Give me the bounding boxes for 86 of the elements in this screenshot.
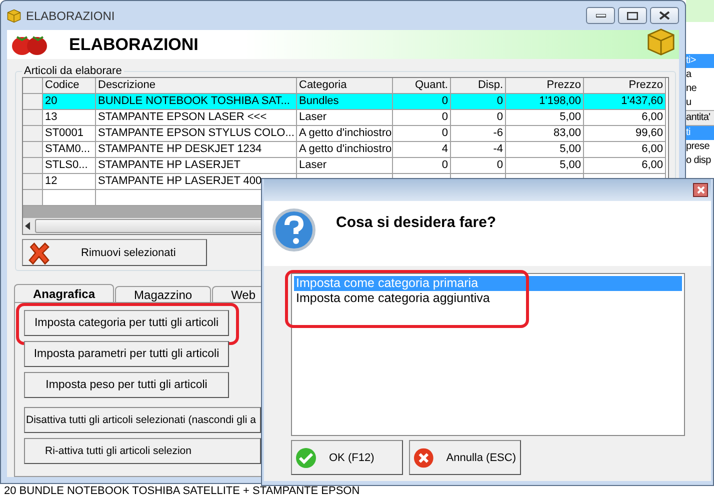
row-header[interactable]: [23, 126, 43, 142]
table-cell: 6,00: [584, 142, 666, 158]
table-cell: 1'198,00: [506, 94, 584, 110]
row-header[interactable]: [23, 94, 43, 110]
cube-icon: [647, 28, 675, 56]
table-cell: STLS0...: [43, 158, 96, 174]
table-cell: STAMPANTE HP LASERJET: [96, 158, 297, 174]
table-cell: BUNDLE NOTEBOOK TOSHIBA SAT...: [96, 94, 297, 110]
table-cell: 0: [451, 110, 506, 126]
table-cell: 13: [43, 110, 96, 126]
column-header[interactable]: Quant.: [393, 78, 451, 94]
action-button[interactable]: Imposta categoria per tutti gli articoli: [24, 310, 229, 336]
table-cell: 0: [393, 110, 451, 126]
table-cell: STAMPANTE EPSON STYLUS COLO...: [96, 126, 297, 142]
minimize-button[interactable]: [586, 7, 615, 24]
table-cell: Bundles: [297, 94, 393, 110]
table-cell: A getto d'inchiostro: [297, 142, 393, 158]
table-cell: 5,00: [506, 158, 584, 174]
table-cell: 99,60: [584, 126, 666, 142]
table-cell: 5,00: [506, 142, 584, 158]
list-item[interactable]: o disp: [686, 154, 714, 168]
row-header[interactable]: [23, 78, 43, 94]
dialog-question: Cosa si desidera fare?: [336, 214, 496, 233]
check-icon: [295, 446, 317, 468]
table-cell: ST0001: [43, 126, 96, 142]
table-cell: -4: [451, 142, 506, 158]
table-cell: 12: [43, 174, 96, 190]
table-cell: 6,00: [584, 110, 666, 126]
list-option[interactable]: Imposta come categoria aggiuntiva: [294, 291, 682, 306]
table-cell: Laser: [297, 158, 393, 174]
close-icon: [659, 11, 670, 20]
minimize-icon: [596, 14, 606, 18]
column-header: antita': [686, 110, 714, 126]
column-header[interactable]: Disp.: [451, 78, 506, 94]
ok-button[interactable]: OK (F12): [291, 440, 403, 475]
tab[interactable]: Magazzino: [115, 286, 212, 302]
table-cell: 5,00: [506, 110, 584, 126]
column-header[interactable]: Descrizione: [96, 78, 297, 94]
remove-selected-button[interactable]: Rimuovi selezionati: [22, 239, 207, 266]
close-icon: [696, 186, 704, 194]
row-header[interactable]: [23, 158, 43, 174]
table-cell: 6,00: [584, 158, 666, 174]
table-cell: STAMPANTE EPSON LASER <<<: [96, 110, 297, 126]
cube-icon: [7, 8, 21, 22]
row-header[interactable]: [23, 142, 43, 158]
maximize-button[interactable]: [618, 7, 647, 24]
close-button[interactable]: [693, 183, 708, 197]
group-title: Articoli da elaborare: [23, 65, 123, 77]
maximize-icon: [627, 12, 638, 20]
table-cell: 0: [393, 158, 451, 174]
strawberry-icon: [11, 34, 49, 56]
question-icon: [272, 208, 316, 252]
column-header[interactable]: Codice: [43, 78, 96, 94]
table-cell: 1'437,60: [584, 94, 666, 110]
table-cell: 0: [393, 94, 451, 110]
cross-icon: [27, 240, 51, 264]
close-button[interactable]: [650, 7, 679, 24]
tab[interactable]: Anagrafica: [14, 284, 114, 302]
table-cell: 20: [43, 94, 96, 110]
table-cell: STAM0...: [43, 142, 96, 158]
table-cell: STAMPANTE HP DESKJET 1234: [96, 142, 297, 158]
column-header[interactable]: Prezzo: [506, 78, 584, 94]
action-button[interactable]: Disattiva tutti gli articoli selezionati (nascondi gli a: [24, 407, 261, 433]
table-cell: Laser: [297, 110, 393, 126]
column-header[interactable]: Categoria: [297, 78, 393, 94]
row-header[interactable]: [23, 110, 43, 126]
row-text: 20 BUNDLE NOTEBOOK TOSHIBA SATELLITE + STAMPANTE EPSON: [4, 486, 360, 497]
left-arrow-icon: [25, 222, 31, 230]
action-button[interactable]: Imposta peso per tutti gli articoli: [24, 372, 229, 398]
table-cell: 0: [451, 94, 506, 110]
window-title: ELABORAZIONI: [26, 8, 115, 22]
table-cell: 4: [393, 142, 451, 158]
table-cell: A getto d'inchiostro: [297, 126, 393, 142]
table-cell: 0: [393, 126, 451, 142]
page-heading: ELABORAZIONI: [69, 34, 198, 54]
action-button[interactable]: Imposta parametri per tutti gli articoli: [24, 341, 229, 367]
action-button[interactable]: Ri-attiva tutti gli articoli selezion: [24, 438, 261, 464]
table-cell: -6: [451, 126, 506, 142]
column-header[interactable]: Prezzo: [584, 78, 666, 94]
row-header[interactable]: [23, 174, 43, 190]
row-header[interactable]: [23, 190, 43, 206]
cancel-icon: [413, 446, 434, 468]
table-cell: 83,00: [506, 126, 584, 142]
cancel-button[interactable]: Annulla (ESC): [409, 440, 521, 475]
table-cell: 0: [451, 158, 506, 174]
background-window-header: [686, 0, 714, 22]
